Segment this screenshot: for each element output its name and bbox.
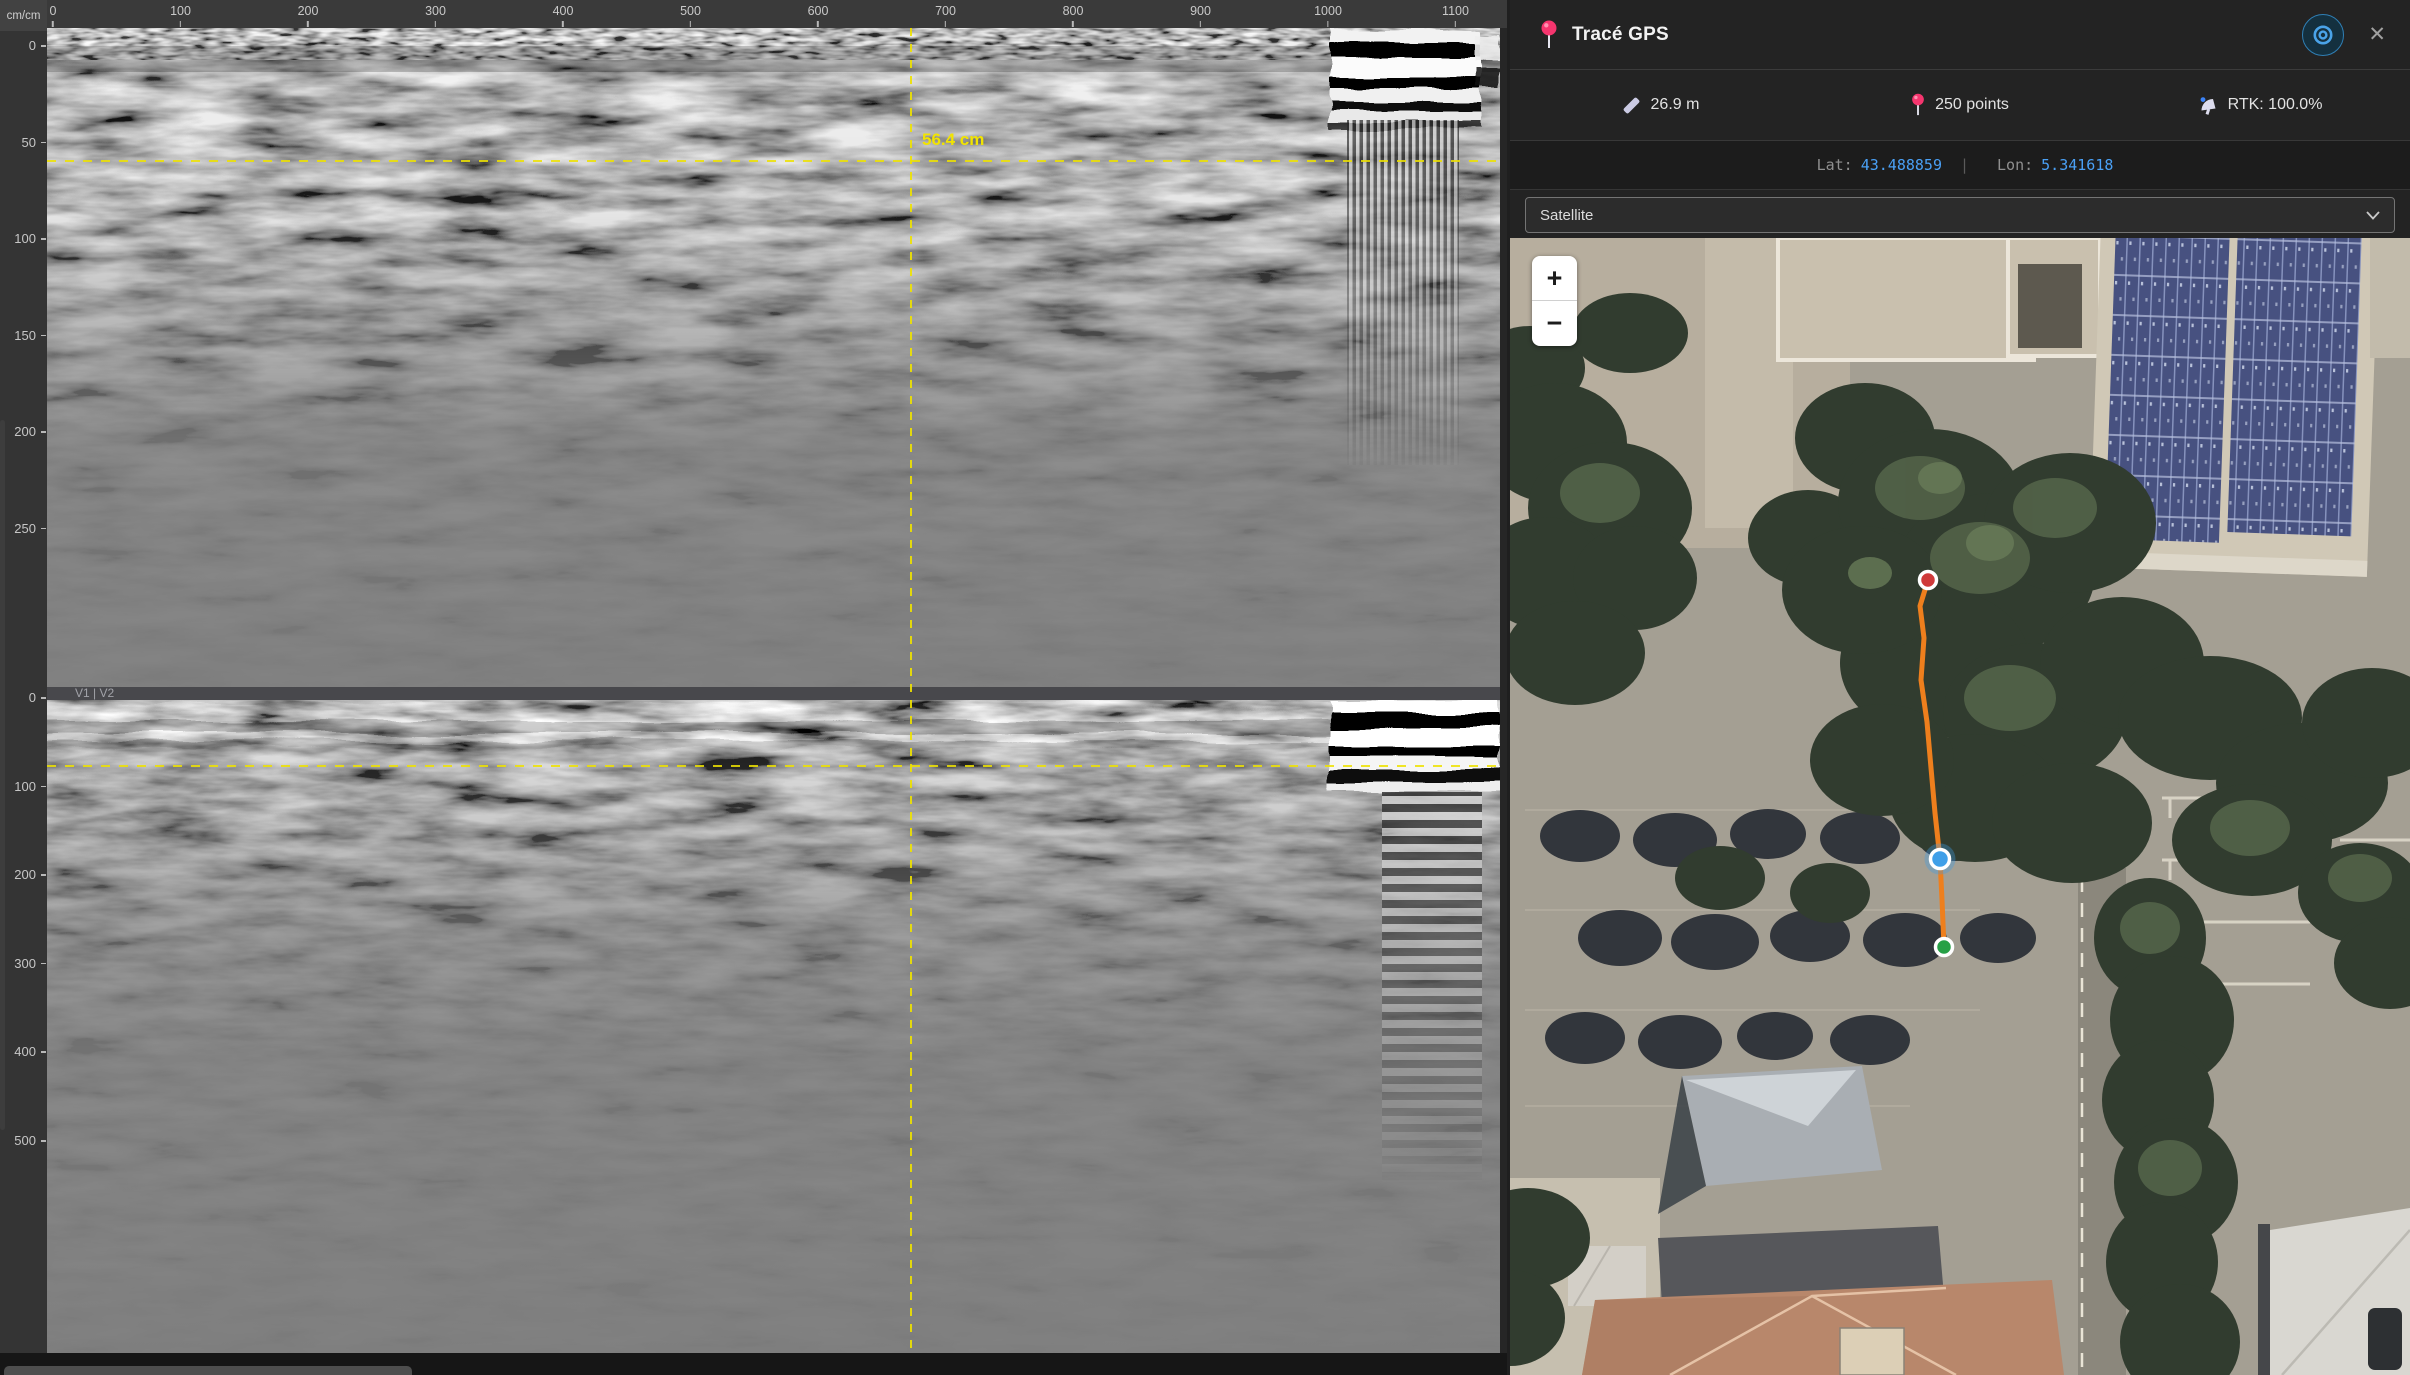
gps-trace-panel: Tracé GPS ✕ 26.9 m [1510, 0, 2410, 1375]
axis-unit-label: cm/cm [0, 0, 47, 31]
track-start-marker[interactable] [1920, 572, 1937, 589]
ruler-tick-900: 900 [1190, 0, 1211, 28]
ruler-tick-300: 300 [425, 0, 446, 28]
track-current-marker[interactable] [1931, 850, 1950, 869]
radargram-top-panel[interactable] [47, 28, 1500, 687]
close-panel-button[interactable]: ✕ [2368, 24, 2386, 45]
stat-points: 250 points [1810, 92, 2110, 118]
radargram-top-canvas[interactable] [47, 28, 1500, 687]
gpr-application-window: 0 100 200 300 400 500 600 700 800 900 1000 1100 0 50… [0, 0, 2410, 1375]
stat-points-label: 250 points [1935, 96, 2009, 114]
ruler-tick-1100: 1100 [1442, 0, 1469, 28]
gps-stats-row: 26.9 m 250 points RTK: 100.0% [1510, 70, 2410, 141]
depth-cursor-line-top[interactable] [47, 160, 1500, 162]
pin-icon [1540, 19, 1558, 51]
ruler-tick-100: 100 [170, 0, 191, 28]
radargram-bottom-canvas[interactable] [47, 700, 1500, 1353]
stat-distance: 26.9 m [1510, 95, 1810, 115]
horizontal-scrollbar-track [0, 1353, 1507, 1375]
map-zoom-control: + − [1532, 256, 1577, 346]
depth-tick-200: 200 [0, 867, 47, 883]
ruler-tick-800: 800 [1063, 0, 1084, 28]
lat-value: 43.488859 [1861, 156, 1942, 174]
trace-cursor-vertical-line[interactable] [910, 28, 912, 1353]
ruler-tick-500: 500 [680, 0, 701, 28]
radargram-viewer: 0 100 200 300 400 500 600 700 800 900 1000 1100 0 50… [0, 0, 1507, 1375]
profile-divider-bar: V1 | V2 [47, 687, 1500, 700]
stat-rtk-label: RTK: 100.0% [2228, 96, 2323, 114]
stat-rtk: RTK: 100.0% [2110, 95, 2410, 115]
ruler-tick-1000: 1000 [1314, 0, 1342, 28]
gps-track-svg [1510, 238, 2410, 1375]
satellite-map[interactable]: + − [1510, 238, 2410, 1375]
basemap-dropdown[interactable]: Satellite [1525, 197, 2395, 233]
panel-title: Tracé GPS [1572, 24, 1669, 46]
horizontal-distance-ruler[interactable]: 0 100 200 300 400 500 600 700 800 900 1000 1100 [0, 0, 1507, 28]
antenna-icon [2198, 95, 2218, 115]
depth-cursor-line-bottom[interactable] [47, 765, 1500, 767]
ruler-tick-200: 200 [298, 0, 319, 28]
depth-axis-bottom-panel: 0 100 200 300 400 500 [0, 28, 47, 1375]
depth-tick-500: 500 [0, 1133, 47, 1149]
ruler-tick-600: 600 [808, 0, 829, 28]
vertical-scrollbar[interactable] [0, 420, 5, 1130]
pin-icon [1911, 92, 1925, 118]
depth-tick-100: 100 [0, 779, 47, 795]
lon-value: 5.341618 [2041, 156, 2113, 174]
radargram-bottom-panel[interactable] [47, 700, 1500, 1353]
ruler-tick-400: 400 [553, 0, 574, 28]
lat-label: Lat: [1817, 156, 1853, 174]
lon-label: Lon: [1997, 156, 2033, 174]
strong-reflector-band-bottom [1330, 700, 1500, 792]
center-on-track-button[interactable] [2302, 14, 2344, 56]
depth-tick-400: 400 [0, 1044, 47, 1060]
coord-separator: | [1960, 156, 1969, 174]
depth-axis-gutter: 050100150200250 0100200300400500 [0, 28, 47, 1375]
zoom-in-button[interactable]: + [1532, 256, 1577, 301]
gps-coordinates-row: Lat: 43.488859 | Lon: 5.341618 [1510, 141, 2410, 190]
horizontal-scrollbar-thumb[interactable] [4, 1366, 412, 1375]
basemap-dropdown-value: Satellite [1540, 207, 1593, 224]
target-icon [2312, 24, 2334, 46]
zoom-out-button[interactable]: − [1532, 301, 1577, 346]
gps-panel-header: Tracé GPS ✕ [1510, 0, 2410, 70]
gps-track-line [1920, 580, 1944, 947]
stat-distance-label: 26.9 m [1651, 96, 1700, 114]
strong-reflector-band-top [1330, 30, 1500, 130]
depth-tick-300: 300 [0, 956, 47, 972]
chevron-down-icon [2366, 211, 2380, 220]
ruler-tick-700: 700 [935, 0, 956, 28]
depth-readout-label: 56.4 cm [922, 130, 984, 150]
track-end-marker[interactable] [1936, 939, 1953, 956]
ruler-icon [1621, 95, 1641, 115]
ruler-tick-0: 0 [50, 0, 57, 28]
basemap-select-row: Satellite [1510, 190, 2410, 240]
depth-tick-0: 0 [0, 690, 47, 706]
